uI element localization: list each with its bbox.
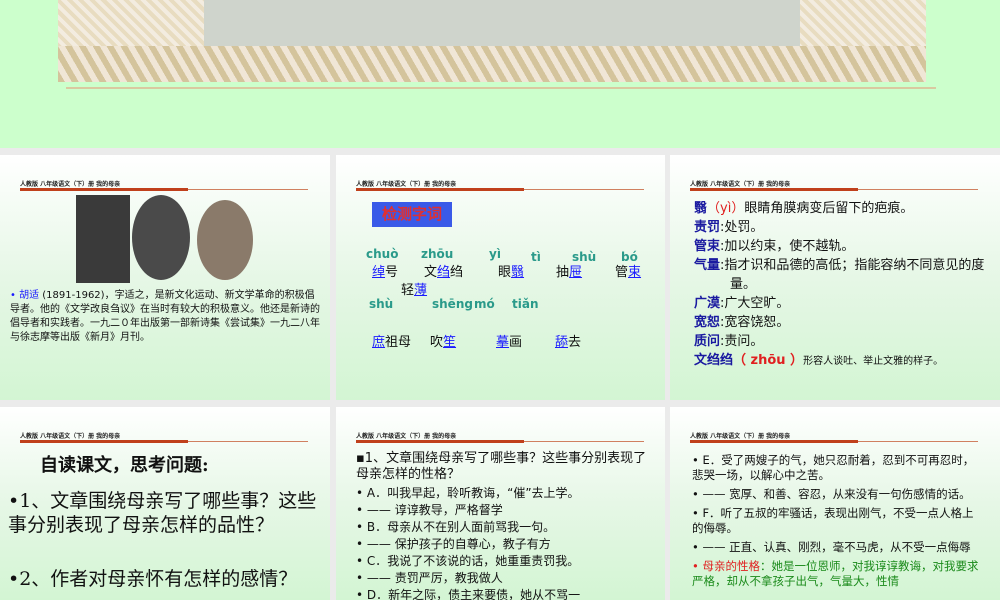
slide-title: 自读课文，思考问题: <box>40 455 209 476</box>
slide-thumbnail-6[interactable]: 人教版 八年级语文（下）册 我的母亲 • E．受了两嫂子的气，她只忍耐着，忍到不… <box>670 407 1000 600</box>
slide-thumbnail-4[interactable]: 人教版 八年级语文（下）册 我的母亲 自读课文，思考问题: •1、文章围绕母亲写… <box>0 407 330 600</box>
lead-question: ▪1、文章围绕母亲写了哪些事？这些事分别表现了母亲怎样的性格？ <box>356 451 647 482</box>
pinyin: mó <box>474 297 495 311</box>
list-item: • —— 保护孩子的自尊心，教子有方 <box>356 537 551 551</box>
slide-thumbnail-3[interactable]: 人教版 八年级语文（下）册 我的母亲 翳（yì）眼睛角膜病变后留下的疤痕。 责罚… <box>670 155 1000 400</box>
pinyin: chuò <box>366 247 399 261</box>
photo-young <box>76 195 130 283</box>
slide-header: 人教版 八年级语文（下）册 我的母亲 <box>356 181 457 188</box>
glossary-item: 气量:指才识和品德的高低；指能容纳不同意见的度量。 <box>694 258 985 292</box>
word: 文绉绉 <box>424 265 464 280</box>
bio-text: • 胡适 (1891-1962)，字适之，是新文化运动、新文学革命的积极倡导者。… <box>10 290 320 343</box>
list-item: • E．受了两嫂子的气，她只忍耐着，忍到不可再忍时，悲哭一场，以解心中之苦。 <box>692 453 975 482</box>
glossary-item: 翳（yì）眼睛角膜病变后留下的疤痕。 <box>694 201 914 216</box>
glossary-item: 责罚:处罚。 <box>694 220 764 235</box>
word: 庶祖母 <box>372 335 412 350</box>
slide-title: 检测字词 <box>372 202 452 227</box>
pinyin: shù <box>369 297 394 311</box>
divider <box>66 87 936 89</box>
answer-list: • A．叫我早起，聆听教诲，“催”去上学。 • —— 谆谆教导，严格督学 • B… <box>356 485 661 600</box>
photo-elder <box>197 200 253 280</box>
pinyin: tì <box>531 250 541 264</box>
question-2: •2、作者对母亲怀有怎样的感情？ <box>8 568 298 590</box>
list-item: • F．听了五叔的牢骚话，表现出刚气，不受一点人格上的侮辱。 <box>692 506 974 535</box>
slide-header: 人教版 八年级语文（下）册 我的母亲 <box>690 433 791 440</box>
list-item: • —— 责罚严厉，教我做人 <box>356 571 503 585</box>
answer-list: • E．受了两嫂子的气，她只忍耐着，忍到不可再忍时，悲哭一场，以解心中之苦。 •… <box>692 453 982 589</box>
word: 眼翳 <box>498 265 525 280</box>
glossary-item: 管束:加以约束，使不越轨。 <box>694 239 855 254</box>
word: 摹画 <box>496 335 523 350</box>
list-item: • D．新年之际，债主来要债，她从不骂一 <box>356 588 581 600</box>
glossary-item: 文绉绉（ zhōu ）形容人谈吐、举止文雅的样子。 <box>694 353 944 368</box>
banner-illustration <box>58 0 926 82</box>
banner <box>0 0 1000 148</box>
glossary: 翳（yì）眼睛角膜病变后留下的疤痕。 责罚:处罚。 管束:加以约束，使不越轨。 … <box>694 199 994 371</box>
slide-header: 人教版 八年级语文（下）册 我的母亲 <box>690 181 791 188</box>
word: 吹笙 <box>430 335 457 350</box>
list-item: • A．叫我早起，聆听教诲，“催”去上学。 <box>356 486 580 500</box>
word: 轻薄 <box>401 283 428 298</box>
slide-header: 人教版 八年级语文（下）册 我的母亲 <box>20 433 121 440</box>
summary: • 母亲的性格：她是一位恩师，对我谆谆教诲，对我要求严格，却从不拿孩子出气，气量… <box>692 559 979 588</box>
list-item: • —— 宽厚、和善、容忍，从来没有一句伤感情的话。 <box>692 487 971 501</box>
list-item: • —— 谆谆教导，严格督学 <box>356 503 503 517</box>
slide-thumbnail-2[interactable]: 人教版 八年级语文（下）册 我的母亲 检测字词 chuò zhōu yì tì … <box>336 155 665 400</box>
word: 绰号 <box>372 265 399 280</box>
slide-header: 人教版 八年级语文（下）册 我的母亲 <box>20 181 121 188</box>
question-1: •1、文章围绕母亲写了哪些事？这些事分别表现了母亲怎样的品性？ <box>8 490 317 536</box>
list-item: • —— 正直、认真、刚烈，毫不马虎，从不受一点侮辱 <box>692 540 971 554</box>
glossary-item: 宽恕:宽容饶恕。 <box>694 315 790 330</box>
word: 管束 <box>615 265 642 280</box>
slide-thumbnail-5[interactable]: 人教版 八年级语文（下）册 我的母亲 ▪1、文章围绕母亲写了哪些事？这些事分别表… <box>336 407 665 600</box>
word: 抽屉 <box>556 265 583 280</box>
pinyin: zhōu <box>421 247 454 261</box>
glossary-item: 质问:责问。 <box>694 334 764 349</box>
slide-thumbnail-1[interactable]: 人教版 八年级语文（下）册 我的母亲 • 胡适 (1891-1962)，字适之，… <box>0 155 330 400</box>
photo-glasses <box>132 195 190 280</box>
glossary-item: 广漠:广大空旷。 <box>694 296 790 311</box>
list-item: • C．我说了不该说的话，她重重责罚我。 <box>356 554 580 568</box>
list-item: • B．母亲从不在别人面前骂我一句。 <box>356 520 556 534</box>
pinyin: yì <box>489 247 501 261</box>
pinyin: tiǎn <box>512 297 539 311</box>
word: 舔去 <box>555 335 582 350</box>
slide-header: 人教版 八年级语文（下）册 我的母亲 <box>356 433 457 440</box>
pinyin: shēng <box>432 297 473 311</box>
